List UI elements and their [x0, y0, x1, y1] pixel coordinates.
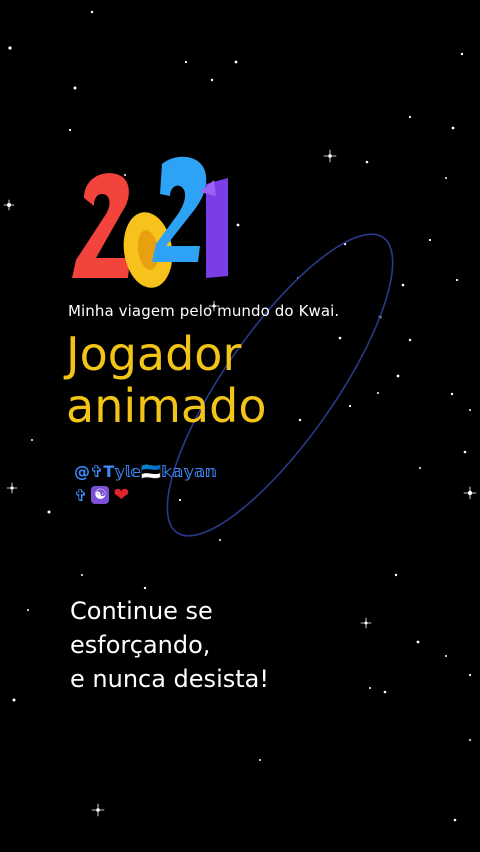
user-handle[interactable]: @✞T𝕪𝕝𝕖🇪🇪𝕜𝕒𝕪𝕒𝕟	[74, 462, 216, 482]
digit-2-first: .	[72, 173, 130, 278]
year-2021-logo: .	[72, 156, 228, 288]
heart-icon: ❤	[113, 484, 130, 506]
encouragement-message: Continue se esforçando, e nunca desista!	[70, 594, 269, 696]
user-bio-icons: ✞ ☯ ❤	[74, 484, 129, 506]
title-line-1: Jogador	[66, 327, 242, 381]
message-line-1: Continue se	[70, 597, 213, 625]
message-line-3: e nunca desista!	[70, 665, 269, 693]
yin-yang-icon: ☯	[91, 486, 110, 504]
digit-1	[200, 178, 228, 278]
player-title: Jogador animado	[66, 328, 266, 432]
kwai-year-review-screen: . Minha viagem pelo mundo do Kwai. Jogad…	[0, 0, 480, 852]
message-line-2: esforçando,	[70, 631, 211, 659]
digit-2-second	[152, 156, 207, 262]
journey-subtitle: Minha viagem pelo mundo do Kwai.	[68, 302, 340, 320]
cross-icon: ✞	[74, 485, 88, 505]
yin-yang-glyph: ☯	[94, 487, 107, 503]
title-line-2: animado	[66, 379, 267, 433]
